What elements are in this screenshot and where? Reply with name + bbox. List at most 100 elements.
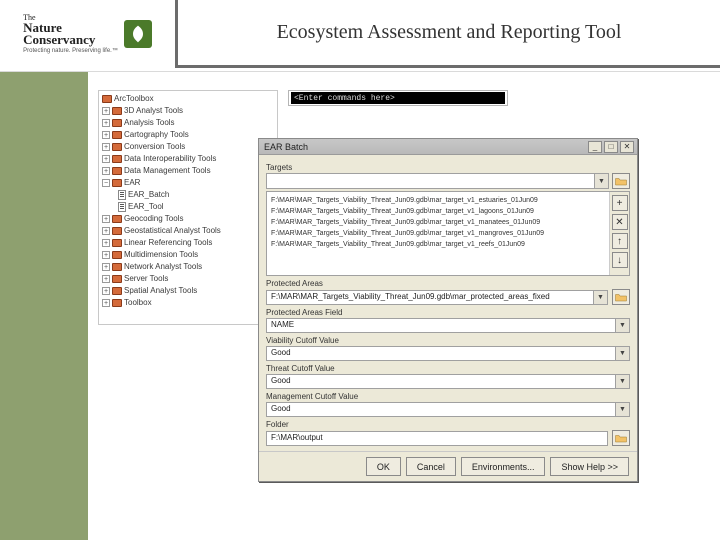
list-item[interactable]: F:\MAR\MAR_Targets_Viability_Threat_Jun0… <box>271 239 605 250</box>
toolbox-tree[interactable]: ArcToolbox +3D Analyst Tools + Analysis T… <box>99 91 277 311</box>
tree-label: Multidimension Tools <box>124 249 198 261</box>
command-line-panel: <Enter commands here> <box>288 90 508 106</box>
list-item[interactable]: F:\MAR\MAR_Targets_Viability_Threat_Jun0… <box>271 217 605 228</box>
chevron-down-icon: ▼ <box>594 174 608 188</box>
remove-button[interactable]: ✕ <box>612 214 628 230</box>
tree-item[interactable]: + Data Management Tools <box>102 165 274 177</box>
management-select[interactable]: Good▼ <box>266 402 630 417</box>
collapse-icon[interactable]: − <box>102 179 110 187</box>
add-button[interactable]: + <box>612 195 628 211</box>
toolbox-icon <box>112 263 122 271</box>
expand-icon[interactable]: + <box>102 299 110 307</box>
targets-label: Targets <box>266 163 630 172</box>
command-line-input[interactable]: <Enter commands here> <box>291 92 505 104</box>
protected-field-select[interactable]: NAME▼ <box>266 318 630 333</box>
expand-icon[interactable]: + <box>102 107 110 115</box>
targets-listbox[interactable]: F:\MAR\MAR_Targets_Viability_Threat_Jun0… <box>266 191 630 276</box>
chevron-down-icon: ▼ <box>615 319 629 332</box>
tree-label: Server Tools <box>124 273 168 285</box>
ok-button[interactable]: OK <box>366 457 401 476</box>
page-title: Ecosystem Assessment and Reporting Tool <box>277 21 622 44</box>
tree-item-ear[interactable]: − EAR <box>102 177 274 189</box>
toolbox-icon <box>112 119 122 127</box>
move-up-button[interactable]: ↑ <box>612 233 628 249</box>
cancel-button[interactable]: Cancel <box>406 457 456 476</box>
left-accent-column <box>0 71 88 540</box>
browse-button[interactable] <box>612 173 630 189</box>
protected-areas-label: Protected Areas <box>266 279 630 288</box>
toolbox-icon <box>112 251 122 259</box>
list-item[interactable]: F:\MAR\MAR_Targets_Viability_Threat_Jun0… <box>271 195 605 206</box>
expand-icon[interactable]: + <box>102 227 110 235</box>
move-down-button[interactable]: ↓ <box>612 252 628 268</box>
expand-icon[interactable]: + <box>102 215 110 223</box>
close-button[interactable]: ✕ <box>620 141 634 153</box>
environments-button[interactable]: Environments... <box>461 457 546 476</box>
protected-field-label: Protected Areas Field <box>266 308 630 317</box>
expand-icon[interactable]: + <box>102 131 110 139</box>
input-value: F:\MAR\MAR_Targets_Viability_Threat_Jun0… <box>271 292 550 301</box>
protected-areas-input[interactable]: F:\MAR\MAR_Targets_Viability_Threat_Jun0… <box>266 290 608 305</box>
tree-item[interactable]: + Multidimension Tools <box>102 249 274 261</box>
expand-icon[interactable]: + <box>102 275 110 283</box>
maximize-button[interactable]: □ <box>604 141 618 153</box>
tree-item[interactable]: +Conversion Tools <box>102 141 274 153</box>
threat-label: Threat Cutoff Value <box>266 364 630 373</box>
show-help-button[interactable]: Show Help >> <box>550 457 629 476</box>
toolbox-icon <box>112 239 122 247</box>
input-value: Good <box>271 376 291 385</box>
toolbox-icon <box>112 275 122 283</box>
expand-icon[interactable]: + <box>102 263 110 271</box>
minimize-button[interactable]: _ <box>588 141 602 153</box>
command-placeholder: <Enter commands here> <box>294 94 395 103</box>
tree-label: EAR_Tool <box>128 201 164 213</box>
list-item[interactable]: F:\MAR\MAR_Targets_Viability_Threat_Jun0… <box>271 206 605 217</box>
expand-icon[interactable]: + <box>102 143 110 151</box>
toolbox-icon <box>112 179 122 187</box>
tree-label: EAR <box>124 177 140 189</box>
expand-icon[interactable]: + <box>102 119 110 127</box>
tree-item[interactable]: + Geocoding Tools <box>102 213 274 225</box>
targets-dropdown[interactable]: ▼ <box>266 173 609 189</box>
tree-item[interactable]: + Server Tools <box>102 273 274 285</box>
folder-icon <box>615 292 627 302</box>
tree-item[interactable]: + Analysis Tools <box>102 117 274 129</box>
x-icon: ✕ <box>615 217 623 228</box>
btn-label: Cancel <box>417 462 445 472</box>
tree-label: Spatial Analyst Tools <box>124 285 197 297</box>
expand-icon[interactable]: + <box>102 239 110 247</box>
expand-icon[interactable]: + <box>102 287 110 295</box>
tree-script-item[interactable]: EAR_Tool <box>102 201 274 213</box>
tree-item[interactable]: +Data Interoperability Tools <box>102 153 274 165</box>
folder-icon <box>615 176 627 186</box>
expand-icon[interactable]: + <box>102 155 110 163</box>
tree-item[interactable]: +3D Analyst Tools <box>102 105 274 117</box>
expand-icon[interactable]: + <box>102 251 110 259</box>
tree-label: Analysis Tools <box>124 117 175 129</box>
viability-select[interactable]: Good▼ <box>266 346 630 361</box>
plus-icon: + <box>617 198 623 209</box>
tree-label: Data Management Tools <box>124 165 211 177</box>
tree-item[interactable]: +Toolbox <box>102 297 274 309</box>
tree-label: Geocoding Tools <box>124 213 183 225</box>
tree-root[interactable]: ArcToolbox <box>102 93 274 105</box>
tree-item[interactable]: +Cartography Tools <box>102 129 274 141</box>
ear-batch-dialog: EAR Batch _ □ ✕ Targets ▼ F:\MAR\MAR_Tar… <box>258 138 638 482</box>
threat-select[interactable]: Good▼ <box>266 374 630 389</box>
tree-item[interactable]: +Geostatistical Analyst Tools <box>102 225 274 237</box>
tree-item[interactable]: + Spatial Analyst Tools <box>102 285 274 297</box>
dialog-titlebar[interactable]: EAR Batch _ □ ✕ <box>259 139 637 155</box>
folder-input[interactable]: F:\MAR\output <box>266 431 608 446</box>
tree-label: Network Analyst Tools <box>124 261 202 273</box>
tree-item[interactable]: + Network Analyst Tools <box>102 261 274 273</box>
viability-label: Viability Cutoff Value <box>266 336 630 345</box>
tree-root-label: ArcToolbox <box>114 93 154 105</box>
expand-icon[interactable]: + <box>102 167 110 175</box>
input-value: F:\MAR\output <box>271 433 323 442</box>
browse-button[interactable] <box>612 289 630 305</box>
browse-button[interactable] <box>612 430 630 446</box>
toolbox-icon <box>112 287 122 295</box>
list-item[interactable]: F:\MAR\MAR_Targets_Viability_Threat_Jun0… <box>271 228 605 239</box>
tree-script-item[interactable]: EAR_Batch <box>102 189 274 201</box>
tree-item[interactable]: +Linear Referencing Tools <box>102 237 274 249</box>
